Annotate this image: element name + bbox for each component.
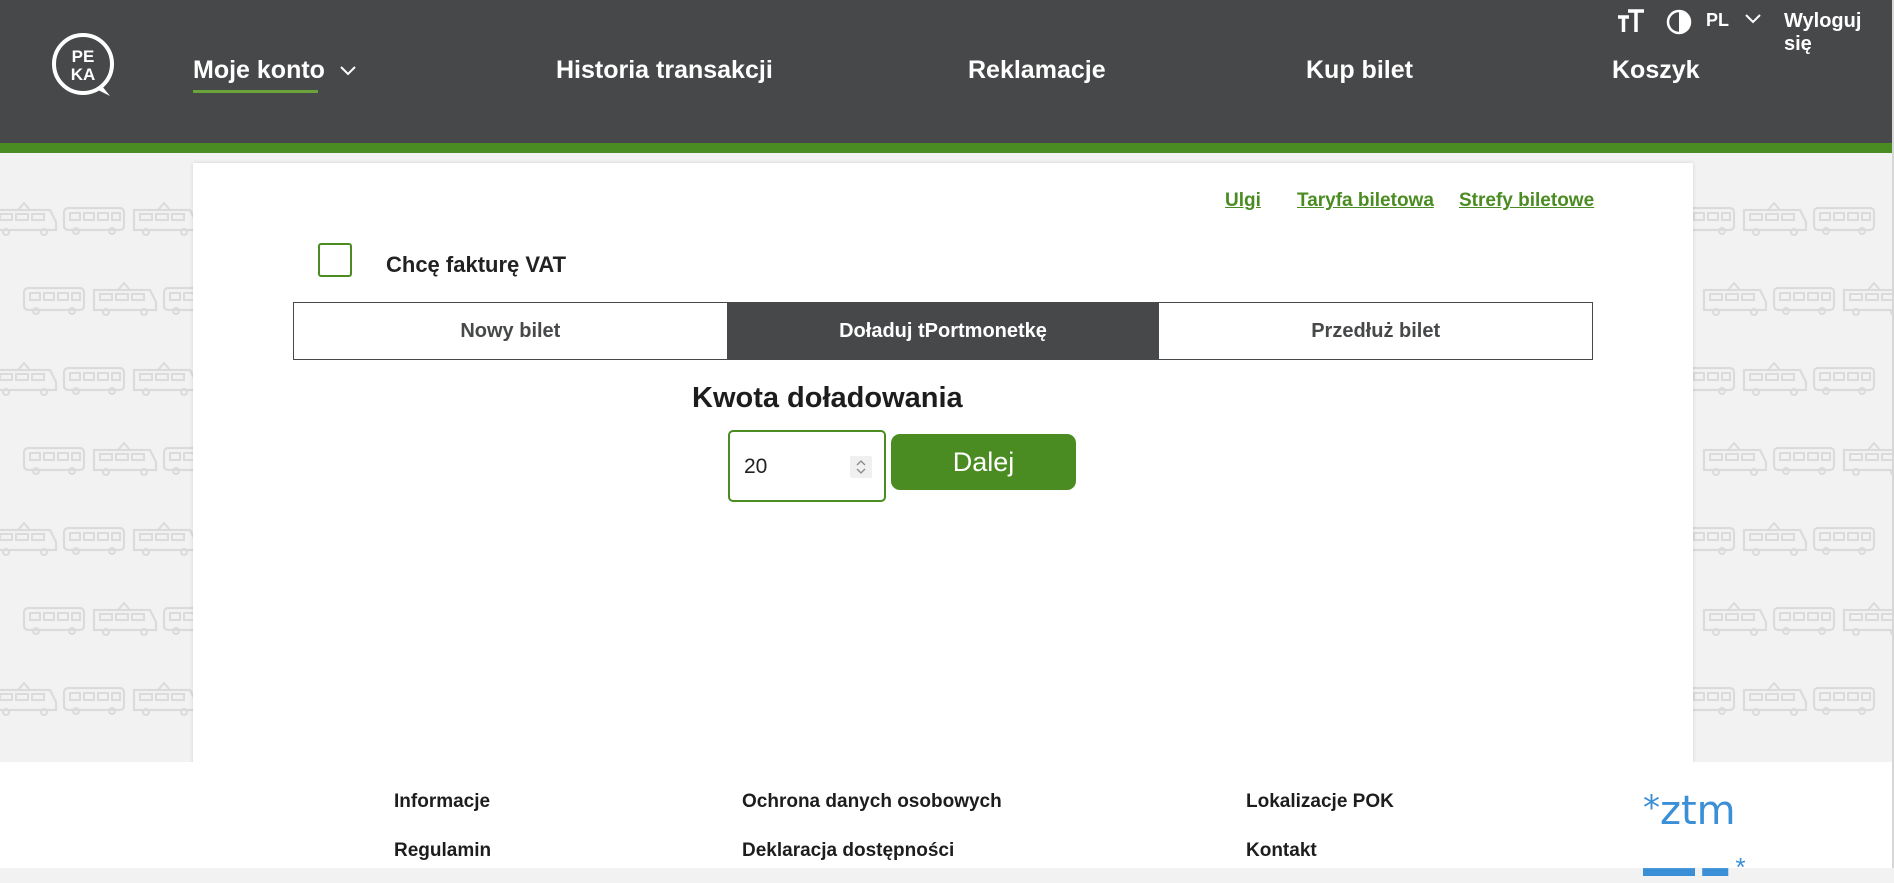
taryfa-biletowa-link[interactable]: Taryfa biletowa — [1297, 190, 1434, 212]
vat-invoice-label: Chcę fakturę VAT — [386, 252, 567, 277]
nav-moje-konto[interactable]: Moje konto — [193, 56, 356, 93]
topup-amount-field — [728, 430, 886, 502]
top-header: PE KA Moje konto Historia transakcji Rek… — [0, 0, 1894, 143]
bus-pattern-icon — [62, 206, 126, 235]
bus-pattern-icon — [62, 686, 126, 715]
bus-pattern-icon — [1812, 206, 1876, 235]
topup-amount-input[interactable] — [742, 450, 846, 484]
bus-pattern-icon — [1812, 526, 1876, 555]
tram-pattern-icon — [1742, 361, 1808, 396]
header-accent-stripe — [0, 143, 1894, 153]
number-spinner-icon[interactable] — [850, 456, 872, 478]
ztm-logo[interactable]: *ztm — [1643, 788, 1736, 834]
chevron-down-icon — [340, 66, 356, 76]
nav-kup-bilet[interactable]: Kup bilet — [1306, 56, 1413, 85]
bus-pattern-icon — [22, 446, 86, 475]
dalej-button[interactable]: Dalej — [891, 434, 1076, 490]
bus-pattern-icon — [1812, 366, 1876, 395]
asterisk-icon: * — [1643, 788, 1660, 828]
tram-pattern-icon — [132, 681, 198, 716]
tram-pattern-icon — [1842, 281, 1894, 316]
tram-pattern-icon — [132, 521, 198, 556]
tab-przedluz-bilet[interactable]: Przedłuż bilet — [1159, 303, 1593, 359]
footer-link-deklaracja[interactable]: Deklaracja dostępności — [742, 840, 954, 862]
tram-pattern-icon — [1702, 281, 1768, 316]
bus-pattern-icon — [1812, 686, 1876, 715]
tab-doladuj-tportmonetke[interactable]: Doładuj tPortmonetkę — [726, 303, 1160, 359]
tram-pattern-icon — [1702, 601, 1768, 636]
bus-pattern-icon — [22, 286, 86, 315]
tram-pattern-icon — [92, 441, 158, 476]
peka-logo[interactable]: PE KA — [50, 32, 118, 100]
footer-link-regulamin[interactable]: Regulamin — [394, 840, 491, 862]
nav-moje-konto-label: Moje konto — [193, 56, 325, 84]
tram-pattern-icon — [0, 361, 58, 396]
tram-pattern-icon — [0, 521, 58, 556]
bus-pattern-icon — [1772, 606, 1836, 635]
tram-pattern-icon — [0, 201, 58, 236]
bus-pattern-icon — [1772, 286, 1836, 315]
svg-text:PE: PE — [72, 47, 95, 66]
tram-pattern-icon — [1842, 601, 1894, 636]
tram-pattern-icon — [1842, 441, 1894, 476]
tram-pattern-icon — [132, 201, 198, 236]
tab-nowy-bilet[interactable]: Nowy bilet — [294, 303, 727, 359]
footer-link-informacje[interactable]: Informacje — [394, 791, 490, 813]
bus-pattern-icon — [1772, 446, 1836, 475]
topup-amount-title: Kwota doładowania — [692, 382, 963, 414]
tram-pattern-icon — [1702, 441, 1768, 476]
vat-invoice-checkbox[interactable] — [318, 243, 352, 277]
tram-pattern-icon — [1742, 201, 1808, 236]
ticket-mode-tabs: Nowy bilet Doładuj tPortmonetkę Przedłuż… — [293, 302, 1593, 360]
ztm-logo-text: ztm — [1660, 788, 1736, 834]
language-selector[interactable]: PL — [1706, 10, 1729, 31]
nav-koszyk[interactable]: Koszyk — [1612, 56, 1700, 85]
svg-text:KA: KA — [71, 65, 96, 84]
nav-historia-transakcji[interactable]: Historia transakcji — [556, 56, 773, 85]
footer-link-lokalizacje-pok[interactable]: Lokalizacje POK — [1246, 791, 1394, 813]
bus-pattern-icon — [62, 366, 126, 395]
chevron-down-icon[interactable] — [1745, 14, 1761, 24]
text-size-icon[interactable] — [1616, 8, 1646, 34]
footer-link-kontakt[interactable]: Kontakt — [1246, 840, 1317, 862]
tram-pattern-icon — [1742, 521, 1808, 556]
logout-link[interactable]: Wyloguj się — [1784, 10, 1894, 56]
nav-reklamacje[interactable]: Reklamacje — [968, 56, 1106, 85]
strefy-biletowe-link[interactable]: Strefy biletowe — [1459, 190, 1594, 212]
contrast-icon[interactable] — [1666, 9, 1692, 35]
bus-pattern-icon — [62, 526, 126, 555]
active-nav-underline — [193, 90, 318, 93]
footer-link-ochrona-danych[interactable]: Ochrona danych osobowych — [742, 791, 1002, 813]
tram-pattern-icon — [92, 281, 158, 316]
tram-pattern-icon — [0, 681, 58, 716]
tram-pattern-icon — [1742, 681, 1808, 716]
bus-pattern-icon — [22, 606, 86, 635]
tram-pattern-icon — [132, 361, 198, 396]
tram-pattern-icon — [92, 601, 158, 636]
ulgi-link[interactable]: Ulgi — [1225, 190, 1261, 212]
